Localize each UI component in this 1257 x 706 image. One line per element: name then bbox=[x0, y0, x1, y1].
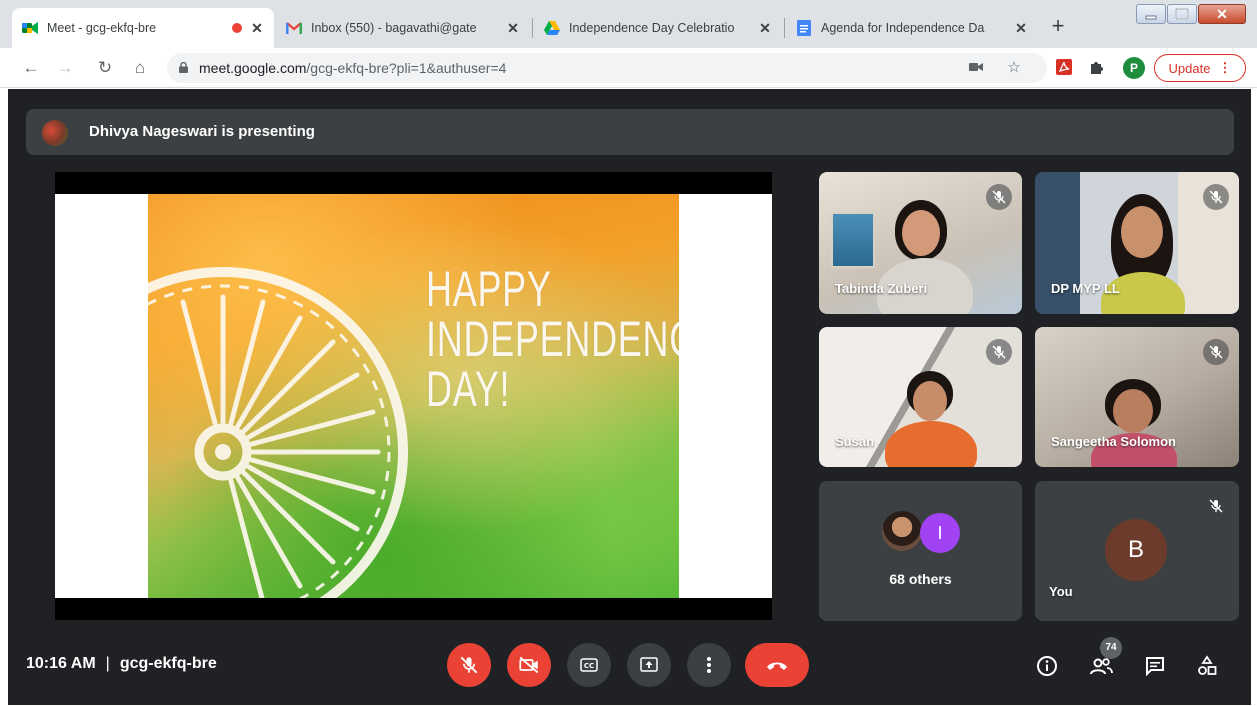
microphone-toggle-button[interactable] bbox=[447, 643, 491, 687]
more-options-button[interactable] bbox=[687, 643, 731, 687]
present-screen-icon bbox=[640, 657, 658, 672]
self-tile[interactable]: B You bbox=[1035, 481, 1239, 621]
others-avatar-initial: I bbox=[920, 513, 960, 553]
presenting-text: Dhivya Nageswari is presenting bbox=[89, 123, 315, 140]
tab-divider bbox=[784, 18, 785, 38]
leave-call-button[interactable] bbox=[745, 643, 809, 687]
closed-captions-icon: CC bbox=[580, 658, 598, 672]
address-bar[interactable]: meet.google.com/gcg-ekfq-bre?pli=1&authu… bbox=[167, 53, 1047, 83]
participant-tile[interactable]: DP MYP LL bbox=[1035, 172, 1239, 314]
meeting-control-bar: 10:16 AM | gcg-ekfq-bre CC 74 bbox=[8, 629, 1251, 705]
participant-tile[interactable]: Sangeetha Solomon bbox=[1035, 327, 1239, 467]
close-tab-icon[interactable]: ✕ bbox=[506, 20, 520, 37]
update-button[interactable]: Update ⋮ bbox=[1154, 54, 1246, 82]
tab-title: Meet - gcg-ekfq-bre bbox=[47, 21, 157, 35]
tab-divider bbox=[532, 18, 533, 38]
chat-icon bbox=[1146, 657, 1164, 676]
minimize-window-button[interactable] bbox=[1136, 4, 1166, 24]
wall-painting bbox=[831, 212, 875, 268]
independence-day-slide: HAPPY INDEPENDENCE DAY! bbox=[148, 194, 679, 598]
camera-toggle-button[interactable] bbox=[507, 643, 551, 687]
info-icon bbox=[1037, 656, 1057, 676]
more-vert-icon bbox=[707, 657, 711, 673]
participant-name: Sangeetha Solomon bbox=[1051, 434, 1176, 449]
mic-off-icon bbox=[986, 184, 1012, 210]
forward-arrow-icon[interactable]: → bbox=[53, 56, 77, 80]
self-label: You bbox=[1049, 584, 1073, 599]
slide-headline: HAPPY INDEPENDENCE DAY! bbox=[426, 261, 679, 417]
close-window-button[interactable]: ✕ bbox=[1198, 4, 1246, 24]
participant-body bbox=[885, 421, 977, 467]
participant-face bbox=[913, 381, 947, 421]
tab-title: Inbox (550) - bagavathi@gate bbox=[311, 21, 477, 35]
mic-off-icon bbox=[1203, 493, 1229, 519]
people-icon bbox=[1090, 658, 1113, 675]
current-time: 10:16 AM bbox=[26, 655, 96, 672]
mic-off-icon bbox=[1203, 184, 1229, 210]
browser-tab-strip: Meet - gcg-ekfq-bre ✕ Inbox (550) - baga… bbox=[0, 0, 1257, 48]
meeting-info: 10:16 AM | gcg-ekfq-bre bbox=[26, 655, 217, 672]
tab-meet[interactable]: Meet - gcg-ekfq-bre ✕ bbox=[12, 8, 274, 48]
tab-drive[interactable]: Independence Day Celebratio ✕ bbox=[534, 8, 782, 48]
presenter-avatar bbox=[42, 120, 68, 146]
google-meet-icon bbox=[22, 20, 38, 36]
close-tab-icon[interactable]: ✕ bbox=[250, 20, 264, 37]
tab-docs[interactable]: Agenda for Independence Da ✕ bbox=[786, 8, 1038, 48]
participant-name: DP MYP LL bbox=[1051, 281, 1120, 296]
home-icon[interactable]: ⌂ bbox=[128, 56, 152, 80]
captions-button[interactable]: CC bbox=[567, 643, 611, 687]
presentation-stage: HAPPY INDEPENDENCE DAY! bbox=[55, 172, 772, 620]
participant-face bbox=[1113, 389, 1153, 433]
tab-gmail-inbox[interactable]: Inbox (550) - bagavathi@gate ✕ bbox=[276, 8, 530, 48]
close-tab-icon[interactable]: ✕ bbox=[1014, 20, 1028, 37]
profile-avatar[interactable]: P bbox=[1123, 57, 1145, 79]
extensions-puzzle-icon[interactable] bbox=[1088, 58, 1108, 78]
meet-window: Dhivya Nageswari is presenting HAPPY IND… bbox=[8, 89, 1251, 705]
browser-toolbar: ← → ↻ ⌂ meet.google.com/gcg-ekfq-bre?pli… bbox=[0, 48, 1257, 88]
camera-in-use-icon[interactable] bbox=[967, 60, 985, 76]
reload-icon[interactable]: ↻ bbox=[93, 56, 117, 80]
participant-name: Susan bbox=[835, 434, 875, 449]
mic-off-icon bbox=[986, 339, 1012, 365]
present-now-button[interactable] bbox=[627, 643, 671, 687]
google-docs-icon bbox=[796, 20, 812, 36]
new-tab-button[interactable]: + bbox=[1044, 12, 1072, 40]
more-vert-icon: ⋮ bbox=[1218, 60, 1232, 75]
meeting-details-button[interactable] bbox=[1032, 651, 1062, 681]
mic-off-icon bbox=[1203, 339, 1229, 365]
participant-name: Tabinda Zuberi bbox=[835, 281, 928, 296]
google-drive-icon bbox=[544, 20, 560, 36]
gmail-icon bbox=[286, 20, 302, 36]
close-tab-icon[interactable]: ✕ bbox=[758, 20, 772, 37]
call-end-icon bbox=[767, 662, 787, 670]
others-tile[interactable]: I 68 others bbox=[819, 481, 1022, 621]
others-count-label: 68 others bbox=[889, 571, 952, 587]
others-avatar-stack: I bbox=[882, 511, 962, 555]
participant-tile[interactable]: Tabinda Zuberi bbox=[819, 172, 1022, 314]
lock-icon bbox=[179, 62, 188, 73]
url-text: meet.google.com/gcg-ekfq-bre?pli=1&authu… bbox=[199, 60, 507, 76]
shapes-icon bbox=[1198, 655, 1217, 675]
recording-indicator-icon bbox=[232, 23, 242, 33]
maximize-window-button[interactable] bbox=[1167, 4, 1197, 24]
participant-face bbox=[902, 210, 940, 256]
bookmark-star-icon[interactable]: ☆ bbox=[1005, 60, 1023, 76]
activities-button[interactable] bbox=[1192, 651, 1222, 681]
others-avatar-photo bbox=[882, 511, 922, 551]
participant-tile[interactable]: Susan bbox=[819, 327, 1022, 467]
chat-button[interactable] bbox=[1140, 651, 1170, 681]
participant-face bbox=[1121, 206, 1163, 258]
self-avatar: B bbox=[1105, 519, 1167, 581]
participant-count-badge: 74 bbox=[1100, 637, 1122, 659]
mic-off-icon bbox=[460, 656, 478, 674]
presenting-banner: Dhivya Nageswari is presenting bbox=[26, 109, 1234, 155]
tab-title: Agenda for Independence Da bbox=[821, 21, 985, 35]
videocam-off-icon bbox=[519, 656, 539, 674]
back-arrow-icon[interactable]: ← bbox=[19, 56, 43, 80]
tab-title: Independence Day Celebratio bbox=[569, 21, 735, 35]
svg-text:CC: CC bbox=[584, 662, 594, 670]
pdf-extension-icon[interactable] bbox=[1055, 58, 1075, 78]
meeting-code: gcg-ekfq-bre bbox=[119, 655, 217, 672]
